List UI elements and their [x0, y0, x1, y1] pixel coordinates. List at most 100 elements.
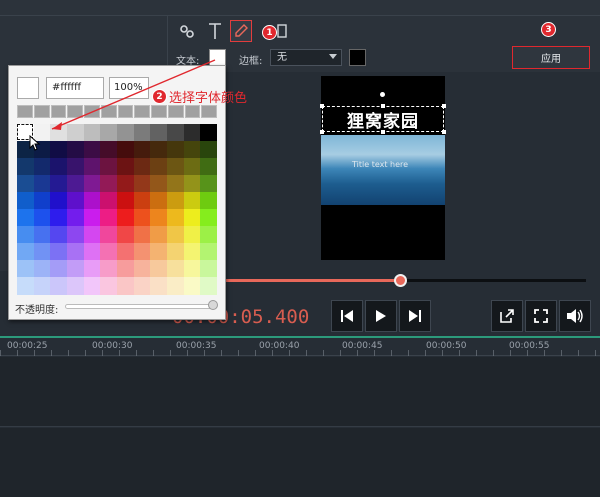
palette-color-swatch[interactable] — [83, 124, 101, 142]
palette-color-swatch[interactable] — [200, 226, 218, 244]
palette-color-swatch[interactable] — [33, 277, 51, 295]
resize-handle[interactable] — [320, 104, 324, 108]
palette-color-swatch[interactable] — [50, 243, 68, 261]
palette-color-swatch[interactable] — [17, 226, 35, 244]
palette-color-swatch[interactable] — [117, 277, 135, 295]
recent-color-swatch[interactable] — [33, 105, 50, 118]
palette-color-swatch[interactable] — [183, 277, 201, 295]
recent-color-swatch[interactable] — [151, 105, 167, 118]
recent-color-swatch[interactable] — [67, 105, 83, 118]
palette-color-swatch[interactable] — [133, 141, 151, 159]
color-picker-tool-button[interactable] — [230, 20, 252, 42]
palette-color-swatch[interactable] — [100, 277, 118, 295]
palette-color-swatch[interactable] — [17, 277, 35, 295]
palette-color-swatch[interactable] — [133, 226, 151, 244]
palette-color-swatch[interactable] — [150, 260, 168, 278]
recent-color-swatch[interactable] — [100, 105, 117, 118]
palette-color-swatch[interactable] — [150, 277, 168, 295]
palette-color-swatch[interactable] — [33, 175, 51, 193]
palette-color-swatch[interactable] — [133, 192, 151, 210]
palette-color-swatch[interactable] — [33, 243, 51, 261]
palette-color-swatch[interactable] — [67, 209, 85, 227]
palette-color-swatch[interactable] — [83, 175, 101, 193]
palette-color-swatch[interactable] — [167, 158, 185, 176]
palette-color-swatch[interactable] — [50, 209, 68, 227]
palette-color-swatch[interactable] — [83, 277, 101, 295]
palette-color-swatch[interactable] — [100, 192, 118, 210]
palette-color-swatch[interactable] — [50, 141, 68, 159]
palette-color-swatch[interactable] — [100, 243, 118, 261]
palette-color-swatch[interactable] — [133, 243, 151, 261]
palette-color-swatch[interactable] — [83, 141, 101, 159]
resize-handle[interactable] — [442, 104, 446, 108]
palette-color-swatch[interactable] — [100, 209, 118, 227]
palette-color-swatch[interactable] — [33, 192, 51, 210]
hex-color-input[interactable]: #ffffff — [46, 77, 104, 99]
palette-color-swatch[interactable] — [117, 226, 135, 244]
palette-color-swatch[interactable] — [117, 243, 135, 261]
palette-color-swatch[interactable] — [200, 141, 218, 159]
palette-color-swatch[interactable] — [50, 260, 68, 278]
recent-color-swatch[interactable] — [117, 105, 134, 118]
palette-color-swatch[interactable] — [150, 175, 168, 193]
palette-color-swatch[interactable] — [50, 175, 68, 193]
palette-color-swatch[interactable] — [50, 158, 68, 176]
palette-color-swatch[interactable] — [67, 192, 85, 210]
palette-color-swatch[interactable] — [117, 158, 135, 176]
palette-color-swatch[interactable] — [67, 124, 85, 142]
palette-color-swatch[interactable] — [33, 158, 51, 176]
palette-color-swatch[interactable] — [67, 226, 85, 244]
palette-color-swatch[interactable] — [117, 124, 135, 142]
palette-color-swatch[interactable] — [167, 209, 185, 227]
palette-color-swatch[interactable] — [33, 226, 51, 244]
recent-color-swatch[interactable] — [167, 105, 184, 118]
palette-color-swatch[interactable] — [83, 243, 101, 261]
palette-color-swatch[interactable] — [17, 192, 35, 210]
palette-color-swatch[interactable] — [200, 209, 218, 227]
palette-color-swatch[interactable] — [183, 209, 201, 227]
palette-color-swatch[interactable] — [200, 158, 218, 176]
palette-color-swatch[interactable] — [67, 175, 85, 193]
palette-color-swatch[interactable] — [100, 124, 118, 142]
palette-color-swatch[interactable] — [133, 175, 151, 193]
palette-color-swatch[interactable] — [133, 260, 151, 278]
palette-color-swatch[interactable] — [33, 209, 51, 227]
palette-color-swatch[interactable] — [67, 158, 85, 176]
palette-color-swatch[interactable] — [183, 141, 201, 159]
palette-color-swatch[interactable] — [67, 277, 85, 295]
resize-handle[interactable] — [381, 104, 385, 108]
palette-color-swatch[interactable] — [150, 192, 168, 210]
palette-color-swatch[interactable] — [167, 243, 185, 261]
palette-color-swatch[interactable] — [167, 175, 185, 193]
palette-color-swatch[interactable] — [167, 226, 185, 244]
palette-color-swatch[interactable] — [100, 260, 118, 278]
palette-color-swatch[interactable] — [183, 175, 201, 193]
palette-color-swatch[interactable] — [183, 226, 201, 244]
palette-color-swatch[interactable] — [167, 124, 185, 142]
rotate-handle[interactable] — [380, 92, 385, 97]
resize-handle[interactable] — [381, 130, 385, 134]
scrub-track[interactable] — [400, 279, 586, 282]
palette-color-swatch[interactable] — [150, 209, 168, 227]
palette-color-swatch[interactable] — [83, 226, 101, 244]
palette-color-swatch[interactable] — [100, 175, 118, 193]
palette-color-swatch[interactable] — [167, 192, 185, 210]
settings-tool-button[interactable] — [176, 20, 198, 42]
palette-color-swatch[interactable] — [133, 124, 151, 142]
palette-color-swatch[interactable] — [67, 260, 85, 278]
copy-tool-button[interactable] — [276, 20, 288, 42]
palette-color-swatch[interactable] — [167, 141, 185, 159]
palette-color-swatch[interactable] — [83, 260, 101, 278]
recent-color-swatch[interactable] — [50, 105, 67, 118]
palette-color-swatch[interactable] — [33, 260, 51, 278]
palette-color-swatch[interactable] — [200, 260, 218, 278]
palette-color-swatch[interactable] — [67, 243, 85, 261]
recent-color-swatch[interactable] — [201, 105, 217, 118]
palette-color-swatch[interactable] — [133, 209, 151, 227]
palette-color-swatch[interactable] — [183, 158, 201, 176]
palette-color-swatch[interactable] — [100, 226, 118, 244]
palette-color-swatch[interactable] — [50, 277, 68, 295]
palette-color-swatch[interactable] — [83, 158, 101, 176]
recent-color-swatch[interactable] — [134, 105, 150, 118]
palette-color-swatch[interactable] — [50, 226, 68, 244]
